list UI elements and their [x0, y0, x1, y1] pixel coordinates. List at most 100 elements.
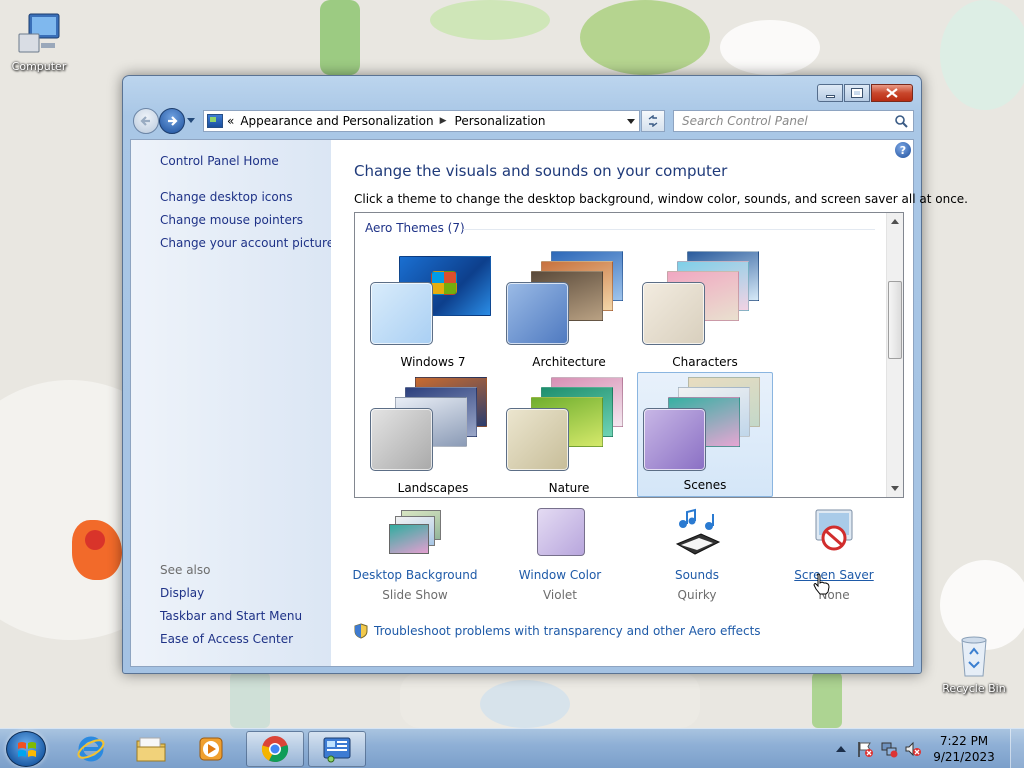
search-icon[interactable]: [895, 115, 908, 128]
see-also-heading: See also: [160, 563, 211, 577]
theme-landscapes[interactable]: Landscapes: [365, 373, 501, 497]
window-content: Control Panel Home Change desktop icons …: [130, 139, 968, 667]
help-icon[interactable]: ?: [895, 142, 911, 158]
screen-saver-link[interactable]: Screen Saver: [769, 568, 899, 582]
breadcrumb-separator-icon[interactable]: ▶: [440, 116, 447, 126]
start-button[interactable]: [6, 731, 46, 767]
window-color-setting[interactable]: Window Color Violet: [495, 508, 625, 602]
theme-characters[interactable]: Characters: [637, 247, 773, 373]
theme-scenes[interactable]: Scenes: [637, 372, 773, 497]
hand-cursor-icon: [813, 573, 831, 598]
close-button[interactable]: [871, 84, 913, 102]
chrome-icon: [261, 736, 289, 763]
search-placeholder: Search Control Panel: [682, 114, 808, 128]
window-color-link[interactable]: Window Color: [495, 568, 625, 582]
desktop-background-link[interactable]: Desktop Background: [350, 568, 480, 582]
theme-list[interactable]: Aero Themes (7) Windows 7 Architecture C…: [354, 212, 904, 498]
window-color-icon: [534, 508, 586, 560]
theme-label: Architecture: [532, 355, 606, 369]
troubleshoot-link[interactable]: Troubleshoot problems with transparency …: [354, 623, 761, 639]
scroll-down-icon[interactable]: [891, 486, 899, 491]
address-dropdown-icon[interactable]: [627, 119, 635, 124]
maximize-button[interactable]: [844, 84, 870, 102]
scroll-up-icon[interactable]: [891, 219, 899, 224]
screen-saver-value: None: [818, 588, 850, 602]
aero-themes-group-heading[interactable]: Aero Themes (7): [365, 221, 465, 235]
window-color-value: Violet: [542, 588, 578, 602]
taskbar-control-panel[interactable]: [308, 731, 366, 767]
taskbar-internet-explorer[interactable]: [62, 731, 120, 767]
breadcrumb-appearance[interactable]: Appearance and Personalization: [240, 114, 433, 128]
desktop-background-setting[interactable]: Desktop Background Slide Show: [350, 508, 480, 602]
taskbar-chrome[interactable]: [246, 731, 304, 767]
forward-button[interactable]: [159, 108, 185, 134]
clock-time: 7:22 PM: [939, 734, 989, 748]
sounds-value: Quirky: [677, 588, 717, 602]
taskbar-windows-explorer[interactable]: [122, 731, 180, 767]
clock-date: 9/21/2023: [933, 750, 995, 764]
theme-nature[interactable]: Nature: [501, 373, 637, 497]
address-overflow[interactable]: «: [227, 114, 234, 128]
control-panel-icon: [207, 114, 223, 128]
recent-pages-dropdown[interactable]: [187, 118, 195, 123]
breadcrumb-personalization[interactable]: Personalization: [455, 114, 546, 128]
change-account-picture-link[interactable]: Change your account picture: [160, 236, 334, 250]
recycle-bin-icon: [950, 632, 998, 680]
maximize-icon: [851, 88, 863, 98]
address-bar[interactable]: « Appearance and Personalization ▶ Perso…: [203, 110, 640, 132]
minimize-button[interactable]: [817, 84, 843, 102]
group-divider: [463, 229, 875, 230]
change-desktop-icons-link[interactable]: Change desktop icons: [160, 190, 293, 204]
caption-buttons: [816, 84, 913, 102]
media-player-icon: [199, 737, 223, 761]
minimize-icon: [825, 94, 835, 98]
theme-architecture[interactable]: Architecture: [501, 247, 637, 373]
task-sidebar: Control Panel Home Change desktop icons …: [131, 140, 334, 666]
desktop-icon-label: Recycle Bin: [942, 682, 1006, 695]
windows-logo-icon: [18, 742, 36, 757]
system-clock[interactable]: 7:22 PM 9/21/2023: [926, 733, 1002, 765]
system-tray: 7:22 PM 9/21/2023: [836, 729, 1024, 768]
sounds-setting[interactable]: Sounds Quirky: [632, 508, 762, 602]
taskbar-start-menu-link[interactable]: Taskbar and Start Menu: [160, 609, 302, 623]
desktop-icon-computer[interactable]: Computer: [1, 10, 77, 73]
taskbar-media-player[interactable]: [182, 731, 240, 767]
show-hidden-icons-icon[interactable]: [836, 746, 846, 752]
desktop-background-icon: [389, 508, 441, 560]
close-icon: [886, 88, 898, 98]
internet-explorer-icon: [77, 736, 105, 762]
refresh-button[interactable]: [641, 110, 665, 132]
sounds-icon: [671, 508, 723, 560]
sounds-link[interactable]: Sounds: [632, 568, 762, 582]
personalization-window: « Appearance and Personalization ▶ Perso…: [122, 75, 968, 674]
theme-list-scrollbar[interactable]: [886, 213, 903, 497]
control-panel-home-link[interactable]: Control Panel Home: [160, 154, 279, 168]
control-panel-icon: [323, 737, 351, 763]
network-icon[interactable]: [880, 740, 898, 758]
troubleshoot-text: Troubleshoot problems with transparency …: [374, 624, 761, 638]
refresh-icon: [648, 115, 658, 127]
action-center-flag-icon[interactable]: [856, 740, 874, 758]
volume-muted-icon[interactable]: [904, 740, 922, 758]
show-desktop-button[interactable]: [1010, 729, 1024, 768]
computer-icon: [15, 10, 63, 58]
navigation-bar: « Appearance and Personalization ▶ Perso…: [131, 106, 915, 134]
theme-windows-7[interactable]: Windows 7: [365, 247, 501, 373]
theme-label: Landscapes: [397, 481, 469, 495]
screen-saver-setting[interactable]: Screen Saver None: [769, 508, 899, 602]
arrow-left-icon: [140, 116, 150, 126]
desktop-background-value: Slide Show: [382, 588, 448, 602]
change-mouse-pointers-link[interactable]: Change mouse pointers: [160, 213, 303, 227]
taskbar: 7:22 PM 9/21/2023: [0, 728, 1024, 768]
search-input[interactable]: Search Control Panel: [673, 110, 914, 132]
theme-label: Nature: [548, 481, 590, 495]
desktop-icon-recycle-bin[interactable]: Recycle Bin: [936, 632, 1012, 695]
page-description: Click a theme to change the desktop back…: [354, 192, 968, 206]
ease-of-access-link[interactable]: Ease of Access Center: [160, 632, 293, 646]
page-title: Change the visuals and sounds on your co…: [354, 162, 728, 180]
shield-icon: [354, 623, 368, 639]
theme-label: Windows 7: [400, 355, 466, 369]
scroll-thumb[interactable]: [888, 281, 902, 359]
display-link[interactable]: Display: [160, 586, 204, 600]
back-button[interactable]: [133, 108, 159, 134]
